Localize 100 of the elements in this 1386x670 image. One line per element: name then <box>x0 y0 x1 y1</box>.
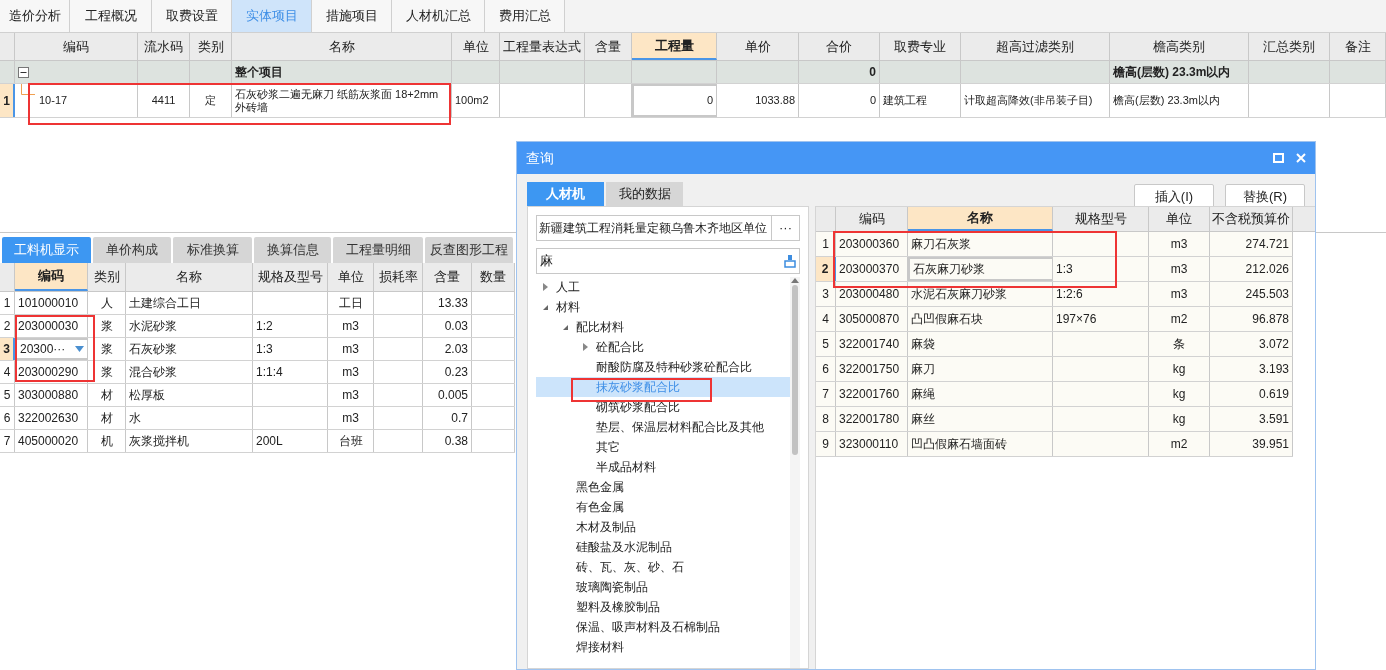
tree-item[interactable]: 焊接材料 <box>576 638 624 656</box>
collapse-arrow-icon[interactable] <box>562 323 569 331</box>
table-cell: 3.591 <box>1258 412 1289 426</box>
column-header[interactable]: 类别 <box>88 263 126 291</box>
column-header[interactable]: 流水码 <box>138 33 190 60</box>
column-header[interactable]: 工程量表达式 <box>500 33 585 60</box>
tree-item[interactable]: 木材及制品 <box>576 518 636 536</box>
table-cell: 凸凹假麻石块 <box>911 312 983 326</box>
column-header[interactable]: 工程量 <box>632 33 717 60</box>
table-cell: 0.619 <box>1258 387 1289 401</box>
scrollbar-thumb[interactable] <box>792 285 798 455</box>
tab[interactable]: 标准换算 <box>173 237 252 263</box>
tab[interactable]: 费用汇总 <box>485 0 565 32</box>
table-cell: m3 <box>342 342 359 356</box>
table-cell: 0 <box>869 65 876 79</box>
tab[interactable]: 造价分析 <box>0 0 70 32</box>
maximize-icon[interactable] <box>1273 153 1284 163</box>
row-number: 1 <box>0 84 15 117</box>
tree-item[interactable]: 黑色金属 <box>576 478 624 496</box>
table-cell: 计取超高降效(非吊装子目) <box>964 94 1093 107</box>
column-header[interactable]: 汇总类别 <box>1249 33 1330 60</box>
table-cell: 1:2 <box>256 319 273 333</box>
expand-arrow-icon[interactable] <box>582 343 589 351</box>
table-cell: kg <box>1172 412 1186 426</box>
tree-item[interactable]: 材料 <box>556 298 580 316</box>
brush-icon[interactable] <box>783 254 797 268</box>
tree-item[interactable]: 人工 <box>556 278 580 296</box>
tab[interactable]: 换算信息 <box>254 237 331 263</box>
row-number: 4 <box>816 307 836 331</box>
column-header[interactable]: 数量 <box>472 263 515 291</box>
table-cell: 274.721 <box>1245 237 1289 251</box>
tree-item[interactable]: 耐酸防腐及特种砂浆砼配合比 <box>596 358 752 376</box>
column-header[interactable]: 单位 <box>452 33 500 60</box>
table-cell: 1033.88 <box>755 94 795 107</box>
tab[interactable]: 单价构成 <box>93 237 171 263</box>
column-header[interactable]: 编码 <box>15 263 88 291</box>
tree-line-icon <box>21 84 35 95</box>
tree-item[interactable]: 半成品材料 <box>596 458 656 476</box>
table-cell: 322001750 <box>839 362 900 376</box>
tab[interactable]: 我的数据 <box>606 182 683 206</box>
column-header[interactable]: 名称 <box>126 263 253 291</box>
tree-item[interactable]: 塑料及橡胶制品 <box>576 598 660 616</box>
table-cell: 2.03 <box>444 342 468 356</box>
column-header[interactable]: 名称 <box>232 33 452 60</box>
table-cell: 212.026 <box>1245 262 1289 276</box>
table-cell: 0 <box>869 94 876 107</box>
tab[interactable]: 措施项目 <box>312 0 392 32</box>
caret-icon[interactable] <box>75 346 84 352</box>
row-number: 9 <box>816 432 836 456</box>
column-header[interactable]: 名称 <box>908 207 1053 231</box>
column-header[interactable]: 规格型号 <box>1053 207 1149 231</box>
table-cell: 405000020 <box>18 434 79 448</box>
column-header[interactable]: 含量 <box>423 263 472 291</box>
tab[interactable]: 工程量明细 <box>333 237 423 263</box>
column-header[interactable]: 规格及型号 <box>253 263 328 291</box>
column-header[interactable]: 檐高类别 <box>1110 33 1249 60</box>
column-header[interactable]: 损耗率 <box>374 263 423 291</box>
search-input[interactable]: 麻 <box>537 251 783 271</box>
tree-item[interactable]: 砼配合比 <box>596 338 644 356</box>
close-icon[interactable] <box>1296 153 1306 163</box>
tab[interactable]: 反查图形工程 <box>425 237 513 263</box>
tree-item[interactable]: 垫层、保温层材料配合比及其他 <box>596 418 764 436</box>
table-cell: 1:3 <box>1056 262 1073 276</box>
tree-item[interactable]: 其它 <box>596 438 620 456</box>
tree-item[interactable]: 保温、吸声材料及石棉制品 <box>576 618 720 636</box>
column-header[interactable]: 单位 <box>328 263 374 291</box>
tab[interactable]: 取费设置 <box>152 0 232 32</box>
search-field[interactable]: 麻 <box>536 248 800 274</box>
column-header[interactable]: 编码 <box>15 33 138 60</box>
tab[interactable]: 人材机汇总 <box>392 0 485 32</box>
collapse-icon[interactable] <box>18 66 29 78</box>
table-cell: 203000030 <box>18 319 79 333</box>
table-cell: 麻刀 <box>911 362 935 376</box>
tree-item[interactable]: 硅酸盐及水泥制品 <box>576 538 672 556</box>
table-cell: 松厚板 <box>129 388 165 402</box>
row-number: 7 <box>816 382 836 406</box>
column-header[interactable]: 取费专业 <box>880 33 961 60</box>
column-header[interactable]: 合价 <box>799 33 880 60</box>
column-header[interactable]: 单价 <box>717 33 799 60</box>
column-header[interactable]: 超高过滤类别 <box>961 33 1110 60</box>
row-number: 1 <box>0 292 15 314</box>
column-header[interactable]: 不含税预算价 <box>1210 207 1293 231</box>
table-cell: m3 <box>1170 237 1188 251</box>
tree-item[interactable]: 配比材料 <box>576 318 624 336</box>
collapse-arrow-icon[interactable] <box>542 303 549 311</box>
tree-item[interactable]: 玻璃陶瓷制品 <box>576 578 648 596</box>
table-cell: 245.503 <box>1245 287 1289 301</box>
table-cell[interactable]: 0 <box>706 94 713 107</box>
scroll-up-icon[interactable] <box>791 277 799 283</box>
table-cell: 96.878 <box>1252 312 1289 326</box>
tab[interactable]: 工程概况 <box>70 0 152 32</box>
tree-item[interactable]: 砖、瓦、灰、砂、石 <box>576 558 684 576</box>
column-header[interactable]: 备注 <box>1330 33 1386 60</box>
expand-arrow-icon[interactable] <box>542 283 549 291</box>
column-header[interactable]: 类别 <box>190 33 232 60</box>
table-cell: 0.005 <box>437 388 468 402</box>
table-cell: 203000480 <box>839 287 900 301</box>
tree-item[interactable]: 有色金属 <box>576 498 624 516</box>
table-cell: 0.23 <box>444 365 468 379</box>
column-header[interactable]: 单位 <box>1149 207 1210 231</box>
